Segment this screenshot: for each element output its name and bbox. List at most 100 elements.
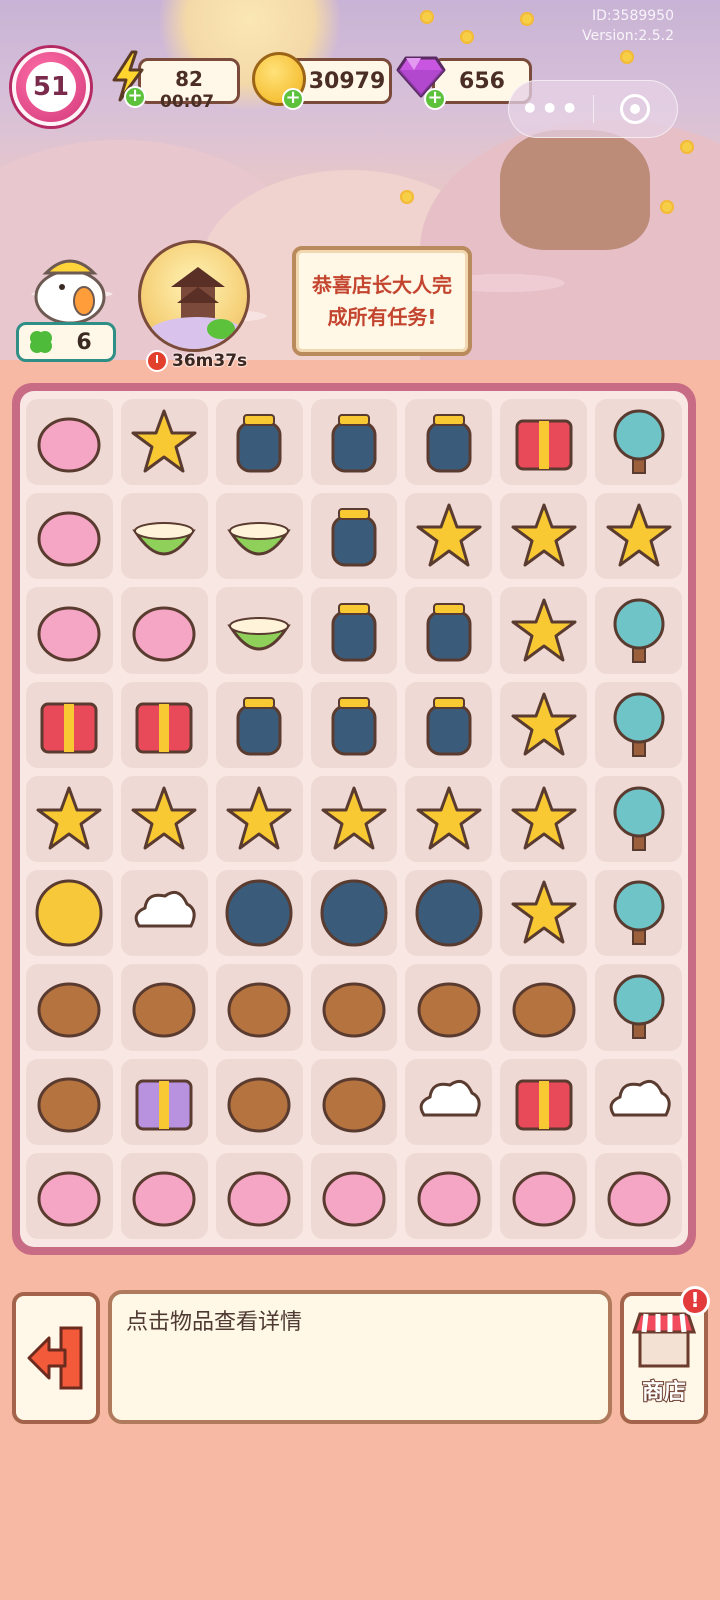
board-cell[interactable] (405, 399, 493, 486)
board-cell[interactable] (215, 775, 303, 863)
board-cell[interactable] (500, 870, 588, 957)
board-cell[interactable] (120, 1152, 208, 1239)
board-cell[interactable] (310, 870, 398, 957)
gibbous-moon-icon[interactable] (315, 874, 393, 952)
moon-pavilion-icon[interactable] (600, 403, 678, 481)
board-cell[interactable] (595, 775, 682, 863)
board-cell[interactable] (310, 964, 398, 1051)
green-tea-bowl-icon[interactable] (220, 497, 298, 575)
board-cell[interactable] (215, 399, 303, 486)
board-cell[interactable] (595, 870, 682, 957)
board-cell[interactable] (405, 1058, 493, 1145)
board-cell[interactable] (215, 587, 303, 674)
thread-spools-icon[interactable] (220, 1063, 298, 1141)
board-cell[interactable] (405, 587, 493, 674)
half-moon-icon[interactable] (220, 874, 298, 952)
board-cell[interactable] (26, 870, 113, 957)
star-plate-icon[interactable] (505, 686, 583, 764)
new-moon-cloud-icon[interactable] (410, 874, 488, 952)
acorn-icon[interactable] (410, 968, 488, 1046)
osmanthus-flowers-icon[interactable] (220, 780, 298, 858)
board-cell[interactable] (215, 681, 303, 768)
rabbit-basket-icon[interactable] (30, 497, 108, 575)
board-cell[interactable] (215, 1152, 303, 1239)
board-cell[interactable] (500, 1058, 588, 1145)
branch-icon[interactable] (505, 968, 583, 1046)
board-cell[interactable] (405, 1152, 493, 1239)
green-tea-cup-icon[interactable] (315, 497, 393, 575)
board-cell[interactable] (405, 681, 493, 768)
board-cell[interactable] (595, 587, 682, 674)
board-cell[interactable] (500, 681, 588, 768)
exit-button[interactable] (12, 1292, 100, 1424)
add-coins-button[interactable]: + (282, 88, 304, 110)
duck-worker-icon[interactable] (26, 245, 114, 325)
board-cell[interactable] (120, 1058, 208, 1145)
moon-tree-icon[interactable] (600, 592, 678, 670)
add-gems-button[interactable]: + (424, 88, 446, 110)
osmanthus-branch-icon[interactable] (125, 780, 203, 858)
board-cell[interactable] (310, 775, 398, 863)
red-pot-stove-icon[interactable] (30, 686, 108, 764)
board-cell[interactable] (500, 775, 588, 863)
rabbit-blue-bowl-icon[interactable] (30, 592, 108, 670)
board-cell[interactable] (500, 1152, 588, 1239)
wood-scoop-icon[interactable] (30, 968, 108, 1046)
board-cell[interactable] (215, 870, 303, 957)
blue-teapot-star-icon[interactable] (125, 403, 203, 481)
board-cell[interactable] (310, 681, 398, 768)
orange-gift-boxes-icon[interactable] (125, 686, 203, 764)
seed-icon[interactable] (600, 1063, 678, 1141)
board-cell[interactable] (26, 587, 113, 674)
add-energy-button[interactable]: + (124, 86, 146, 108)
board-cell[interactable] (595, 681, 682, 768)
board-cell[interactable] (120, 775, 208, 863)
board-cell[interactable] (310, 493, 398, 580)
board-cell[interactable] (26, 1058, 113, 1145)
cloud-rabbit-dress-icon[interactable] (30, 1157, 108, 1235)
board-cell[interactable] (120, 399, 208, 486)
pink-veil-icon[interactable] (410, 1157, 488, 1235)
osmanthus-tree-big-icon[interactable] (600, 497, 678, 575)
jar-trio-icon[interactable] (220, 686, 298, 764)
moon-pagoda-icon[interactable] (138, 240, 250, 352)
osmanthus-petal-icon[interactable] (410, 780, 488, 858)
star-icon[interactable] (505, 874, 583, 952)
pink-shoes-icon[interactable] (315, 1157, 393, 1235)
board-cell[interactable] (500, 587, 588, 674)
two-stars-icon[interactable] (505, 780, 583, 858)
board-cell[interactable] (405, 870, 493, 957)
board-cell[interactable] (595, 493, 682, 580)
wine-bottle-set-icon[interactable] (315, 592, 393, 670)
blue-jar-icon[interactable] (315, 403, 393, 481)
board-cell[interactable] (120, 681, 208, 768)
purple-cloth-icon[interactable] (125, 1063, 203, 1141)
board-cell[interactable] (26, 964, 113, 1051)
board-cell[interactable] (500, 399, 588, 486)
board-cell[interactable] (595, 964, 682, 1051)
blue-small-tree-icon[interactable] (600, 780, 678, 858)
sprout-icon[interactable] (600, 968, 678, 1046)
player-level-badge[interactable]: 51 (12, 48, 90, 126)
shop-button[interactable]: 商店 ! (620, 1286, 710, 1424)
blue-jar-red-seal-icon[interactable] (220, 403, 298, 481)
board-cell[interactable] (405, 964, 493, 1051)
board-cell[interactable] (405, 775, 493, 863)
board-cell[interactable] (215, 493, 303, 580)
jelly-cake-icon[interactable] (125, 497, 203, 575)
board-cell[interactable] (595, 1152, 682, 1239)
board-cell[interactable] (26, 775, 113, 863)
board-cell[interactable] (215, 964, 303, 1051)
board-cell[interactable] (26, 681, 113, 768)
osmanthus-basket-icon[interactable] (30, 780, 108, 858)
sapling-icon[interactable] (600, 874, 678, 952)
board-cell[interactable] (26, 1152, 113, 1239)
golden-lantern-box-icon[interactable] (505, 403, 583, 481)
board-cell[interactable] (310, 399, 398, 486)
spindle-icon[interactable] (315, 1063, 393, 1141)
close-mini-program-button[interactable] (594, 81, 678, 137)
pig-bun-icon[interactable] (220, 968, 298, 1046)
board-cell[interactable] (120, 964, 208, 1051)
glass-teacup-icon[interactable] (410, 592, 488, 670)
board-cell[interactable] (595, 1058, 682, 1145)
